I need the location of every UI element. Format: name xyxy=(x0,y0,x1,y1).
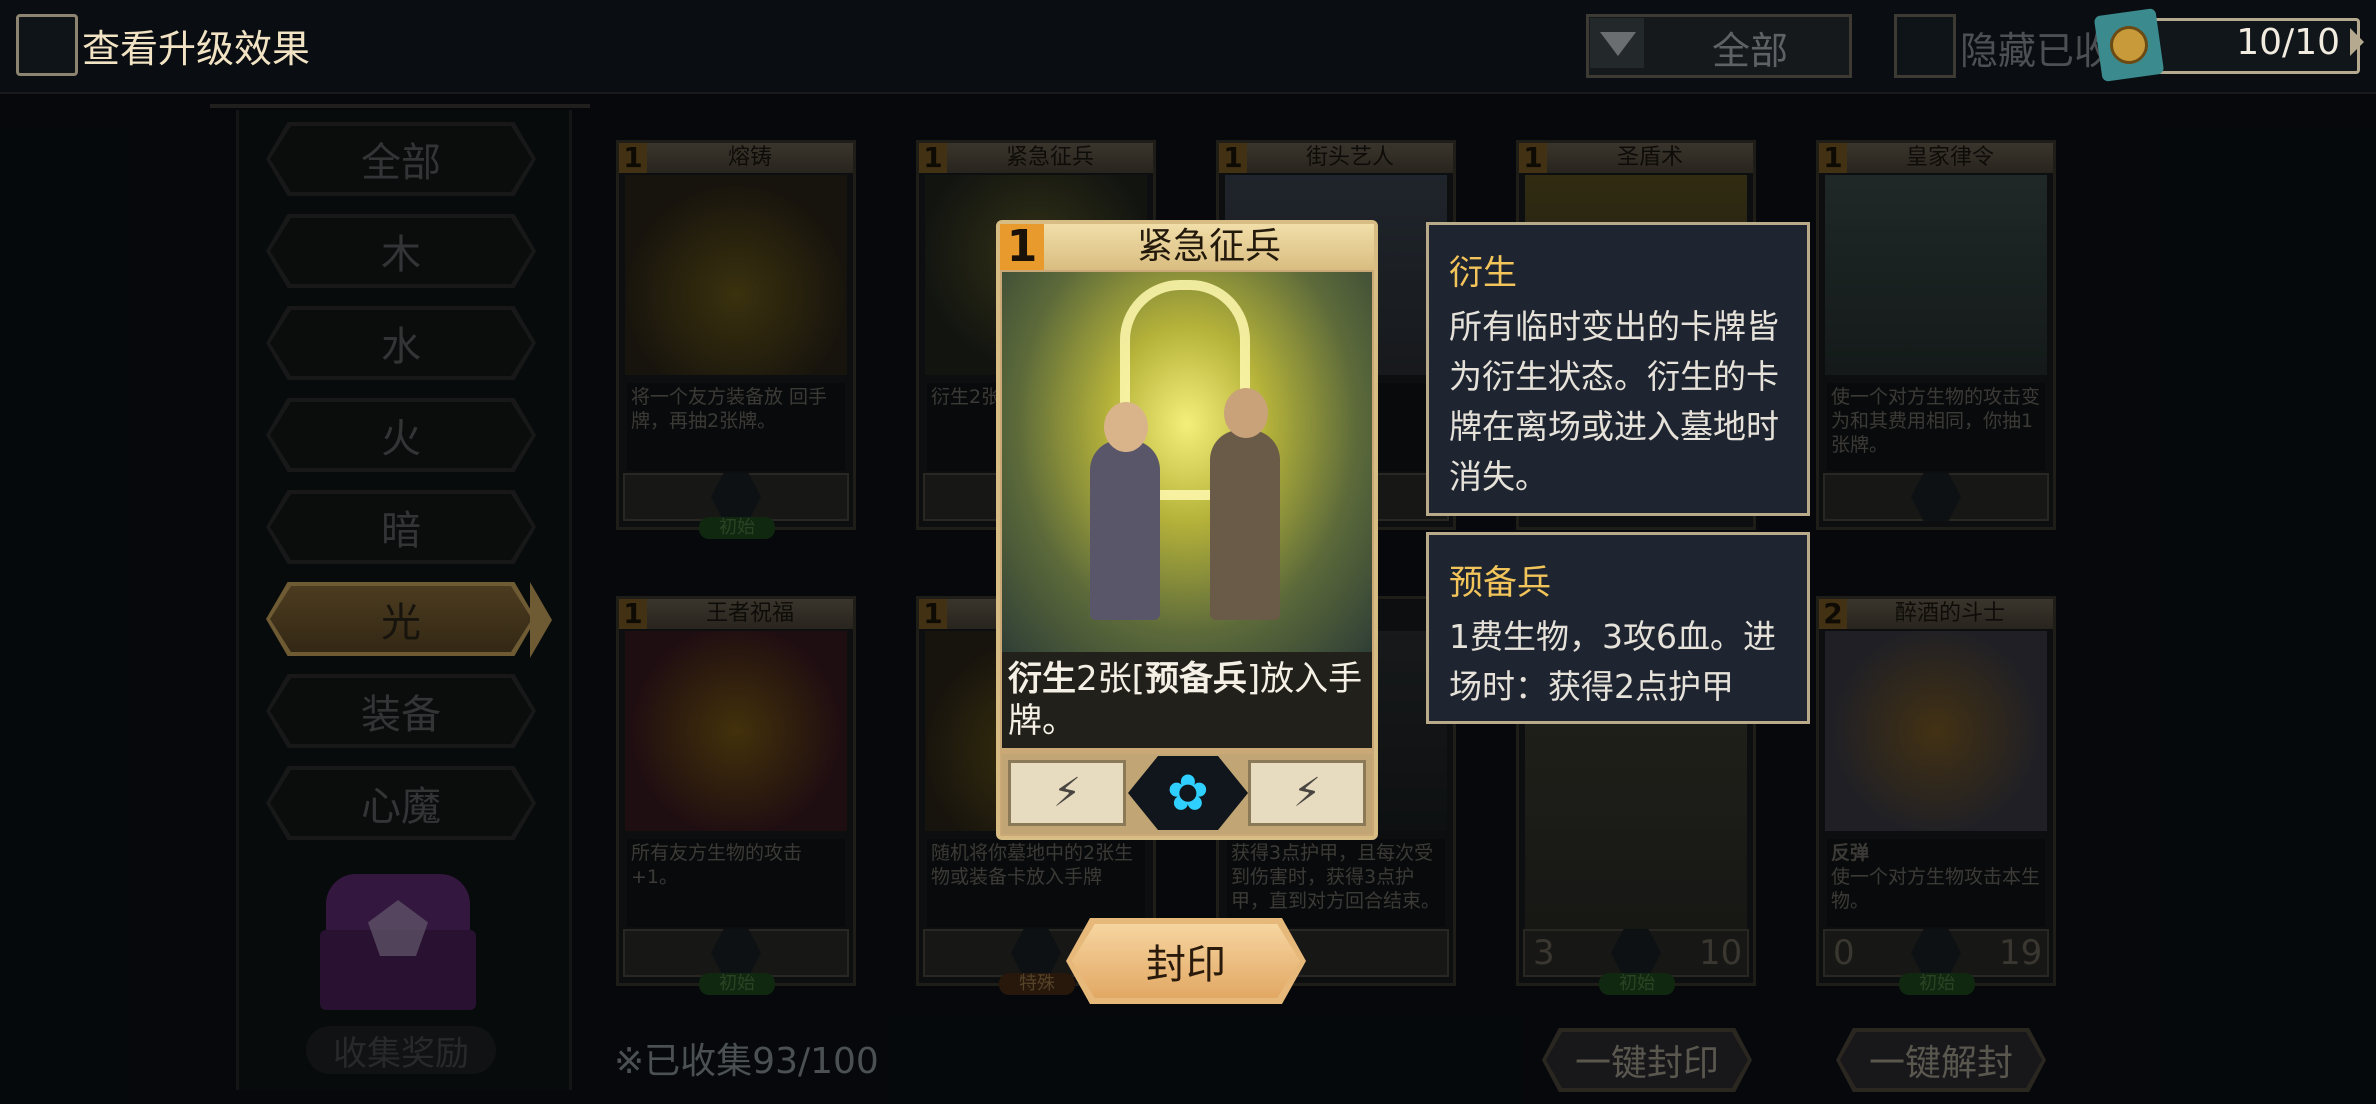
featured-card-name: 紧急征兵 xyxy=(1044,224,1374,270)
compass-icon xyxy=(2093,8,2165,82)
hide-collected-checkbox[interactable] xyxy=(1894,14,1956,78)
tooltip-derived: 衍生 所有临时变出的卡牌皆为衍生状态。衍生的卡牌在离场或进入墓地时消失。 xyxy=(1426,222,1810,516)
tooltip-title: 衍生 xyxy=(1449,253,1517,293)
upgrade-effect-label: 查看升级效果 xyxy=(82,27,311,71)
counter-value: 10/10 xyxy=(2236,22,2340,63)
upgrade-effect-checkbox[interactable] xyxy=(16,14,78,76)
seal-all-button[interactable]: 一键封印 xyxy=(1542,1028,1752,1092)
tooltip-desc: 所有临时变出的卡牌皆为衍生状态。衍生的卡牌在离场或进入墓地时消失。 xyxy=(1449,307,1779,496)
dropdown-arrow-icon[interactable] xyxy=(1590,18,1644,68)
hide-collected-label: 隐藏已收 xyxy=(1960,29,2113,73)
tooltip-desc: 1费生物，3攻6血。进场时：获得2点护甲 xyxy=(1449,617,1776,706)
filter-value: 全部 xyxy=(1711,29,1788,73)
lightning-icon: ⚡ xyxy=(1248,760,1366,826)
soldier-figure xyxy=(1090,440,1160,620)
tooltip-reserve-soldier: 预备兵 1费生物，3攻6血。进场时：获得2点护甲 xyxy=(1426,532,1810,724)
lightning-icon: ⚡ xyxy=(1008,760,1126,826)
collected-count: ※已收集93/100 xyxy=(614,1041,879,1082)
soldier-head xyxy=(1224,388,1268,438)
seal-button[interactable]: 封印 xyxy=(1066,918,1306,1004)
unseal-all-button[interactable]: 一键解封 xyxy=(1836,1028,2046,1092)
arrow-right-icon xyxy=(2350,28,2364,56)
featured-card-cost: 1 xyxy=(1000,224,1044,270)
tooltip-title: 预备兵 xyxy=(1449,563,1551,603)
soldier-figure xyxy=(1210,430,1280,620)
featured-card-desc: 衍生2张[预备兵]放入手牌。 xyxy=(1002,652,1372,748)
soldier-head xyxy=(1104,402,1148,452)
